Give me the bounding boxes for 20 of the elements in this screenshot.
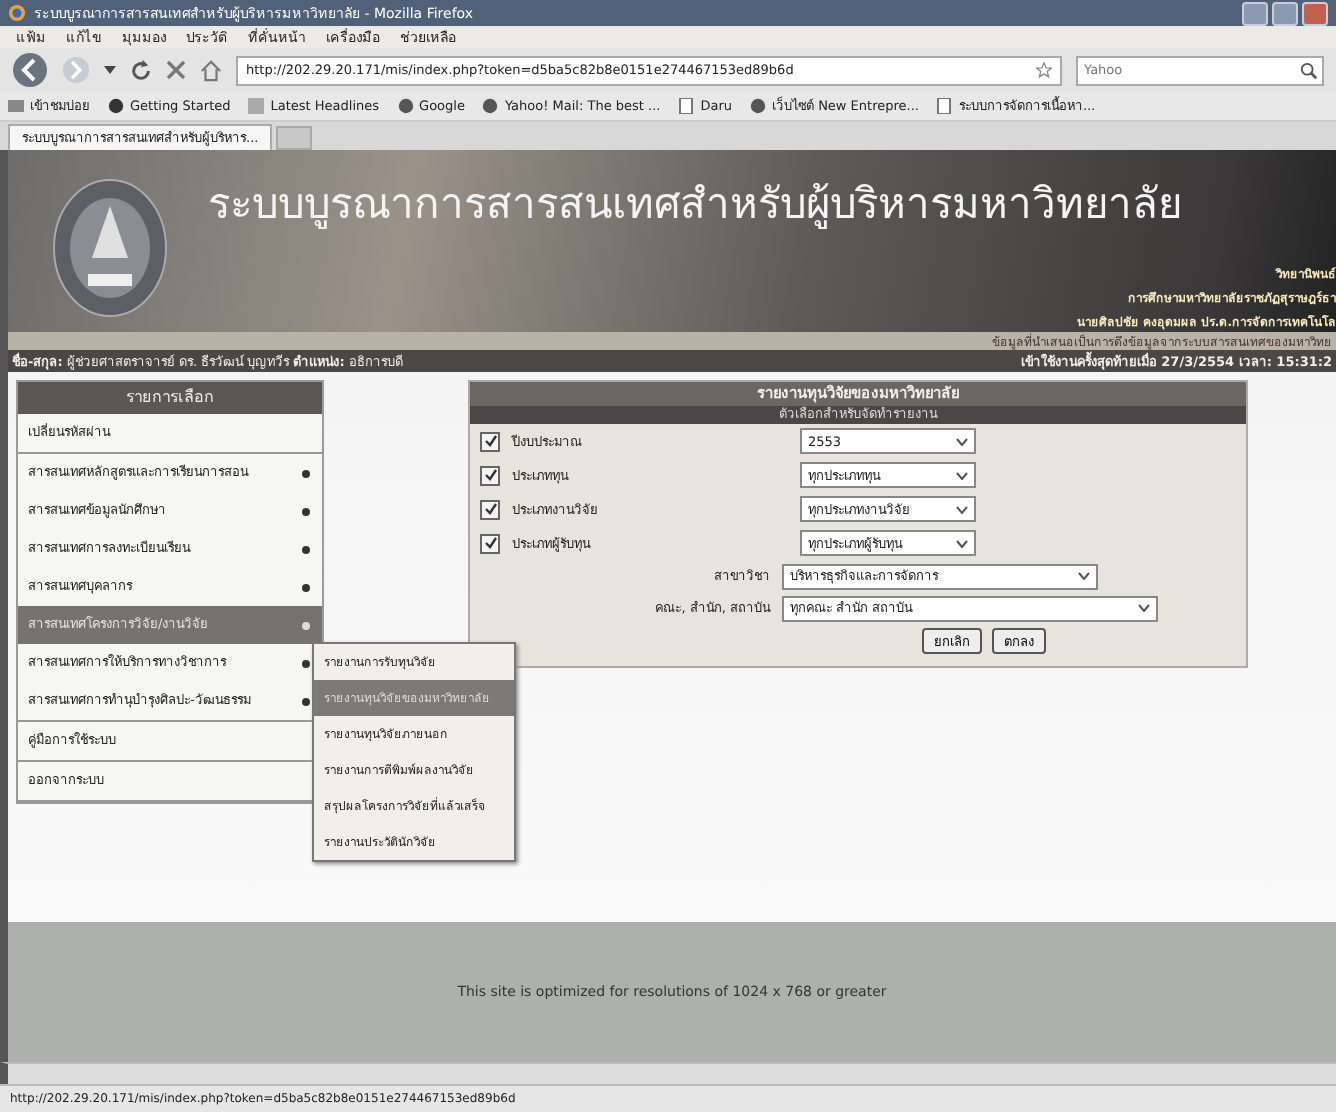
horizontal-scrollbar[interactable] <box>0 1062 1336 1084</box>
search-icon[interactable] <box>1300 61 1318 79</box>
dropdown-icon[interactable] <box>104 66 116 74</box>
checkbox[interactable] <box>480 465 500 485</box>
maximize-button[interactable] <box>1272 1 1298 25</box>
home-icon[interactable] <box>200 59 222 81</box>
checkbox[interactable] <box>480 431 500 451</box>
minimize-button[interactable] <box>1242 1 1268 25</box>
back-icon[interactable] <box>12 52 48 88</box>
close-button[interactable] <box>1302 1 1328 25</box>
firefox-icon <box>8 4 26 22</box>
emblem-icon <box>52 178 168 318</box>
page-icon <box>936 98 953 114</box>
close-icon[interactable] <box>166 60 186 80</box>
sidebar-title: รายการเลือก <box>18 382 322 414</box>
checkbox[interactable] <box>480 499 500 519</box>
page-icon <box>678 98 695 114</box>
reload-icon[interactable] <box>130 59 152 81</box>
checkbox[interactable] <box>480 533 500 553</box>
banner-heading: ระบบบูรณาการสารสนเทศสำหรับผู้บริหารมหาวิทยาลัย <box>208 178 1184 233</box>
